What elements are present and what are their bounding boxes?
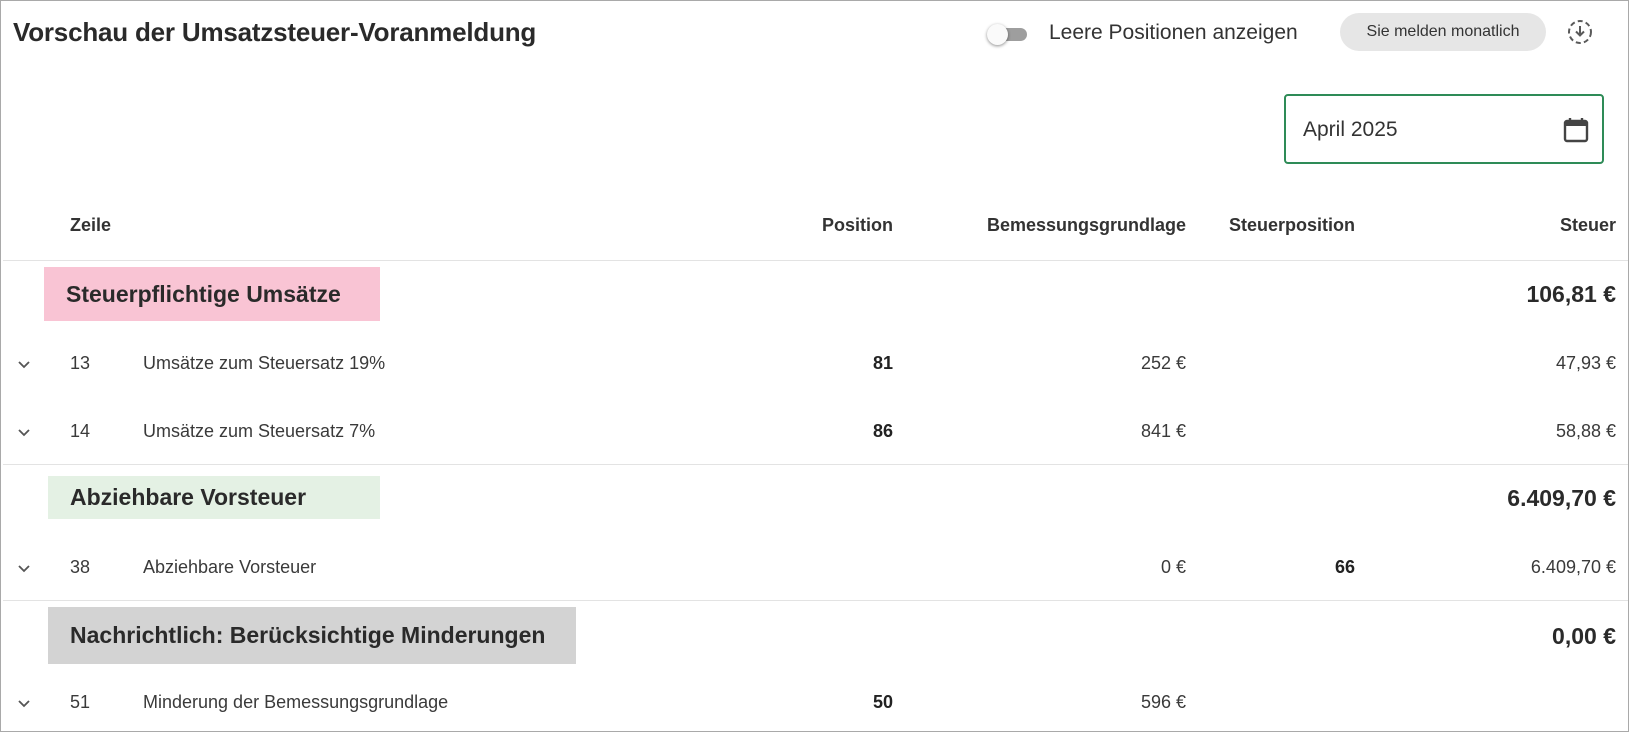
column-header-bemessungsgrundlage: Bemessungsgrundlage <box>986 215 1186 235</box>
row-position: 50 <box>872 692 893 712</box>
row-steuerposition: 66 <box>1334 557 1355 577</box>
column-header-zeile: Zeile <box>70 215 112 235</box>
chevron-down-icon <box>18 700 30 708</box>
calendar-button[interactable] <box>1562 116 1590 144</box>
row-zeile: 51 <box>70 692 91 712</box>
row-expand-button[interactable] <box>16 562 32 574</box>
column-header-steuerposition: Steuerposition <box>1228 215 1355 235</box>
table-header-divider <box>3 260 1628 261</box>
section-divider <box>3 600 1628 601</box>
row-bemessungsgrundlage: 841 € <box>1140 421 1186 441</box>
row-steuer: 6.409,70 € <box>1530 557 1616 577</box>
row-bemessungsgrundlage: 596 € <box>1140 692 1186 712</box>
row-label: Umsätze zum Steuersatz 19% <box>143 353 386 373</box>
column-header-position: Position <box>822 215 893 235</box>
row-zeile: 14 <box>70 421 91 441</box>
section-total: 106,81 € <box>1526 281 1616 307</box>
row-bemessungsgrundlage: 0 € <box>1160 557 1186 577</box>
column-header-steuer: Steuer <box>1559 215 1616 235</box>
chevron-down-icon <box>18 565 30 573</box>
section-abziehbare-vorsteuer: Abziehbare Vorsteuer <box>48 476 380 519</box>
download-button[interactable] <box>1566 18 1594 46</box>
show-empty-positions-toggle[interactable] <box>987 24 1031 45</box>
row-position: 81 <box>872 353 893 373</box>
vat-preview-panel: Vorschau der Umsatzsteuer-Voranmeldung L… <box>0 0 1629 732</box>
row-expand-button[interactable] <box>16 426 32 438</box>
row-label: Abziehbare Vorsteuer <box>143 557 317 577</box>
row-steuer: 47,93 € <box>1555 353 1616 373</box>
show-empty-positions-label[interactable]: Leere Positionen anzeigen <box>1049 21 1298 45</box>
calendar-icon <box>1563 118 1589 143</box>
period-value: April 2025 <box>1303 118 1398 141</box>
section-total: 0,00 € <box>1552 623 1616 649</box>
filing-frequency-badge: Sie melden monatlich <box>1340 13 1546 51</box>
row-expand-button[interactable] <box>16 358 32 370</box>
chevron-down-icon <box>18 361 30 369</box>
row-label: Minderung der Bemessungsgrundlage <box>143 692 449 712</box>
row-expand-button[interactable] <box>16 697 32 709</box>
period-picker-field[interactable]: April 2025 <box>1284 94 1604 164</box>
section-steuerpflichtige-umsaetze: Steuerpflichtige Umsätze <box>44 267 380 321</box>
section-total: 6.409,70 € <box>1507 485 1616 511</box>
toggle-knob <box>987 24 1008 45</box>
row-zeile: 13 <box>70 353 91 373</box>
section-beruecksichtige-minderungen: Nachrichtlich: Berücksichtige Minderunge… <box>48 607 576 664</box>
row-zeile: 38 <box>70 557 91 577</box>
section-divider <box>3 464 1628 465</box>
chevron-down-icon <box>18 429 30 437</box>
page-title: Vorschau der Umsatzsteuer-Voranmeldung <box>13 17 537 47</box>
download-icon <box>1568 20 1592 44</box>
row-label: Umsätze zum Steuersatz 7% <box>143 421 376 441</box>
row-bemessungsgrundlage: 252 € <box>1140 353 1186 373</box>
row-steuer: 58,88 € <box>1555 421 1616 441</box>
row-position: 86 <box>872 421 893 441</box>
